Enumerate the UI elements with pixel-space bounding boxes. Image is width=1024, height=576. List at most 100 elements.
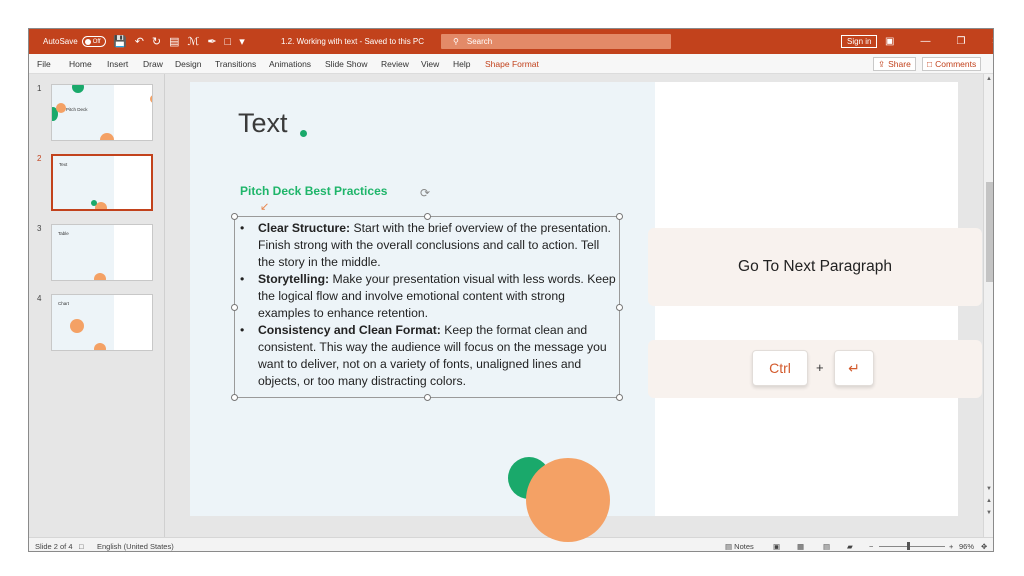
title-accent-dot bbox=[300, 130, 307, 137]
notes-label: Notes bbox=[734, 542, 754, 551]
comments-label: Comments bbox=[935, 59, 977, 69]
accessibility-icon[interactable]: □ bbox=[79, 542, 84, 551]
scrollbar-thumb[interactable] bbox=[986, 182, 993, 282]
resize-handle[interactable] bbox=[424, 213, 431, 220]
thumb-number: 1 bbox=[37, 84, 42, 93]
share-label: Share bbox=[888, 59, 911, 69]
thumb-number: 2 bbox=[37, 154, 42, 163]
save-icon[interactable]: 💾 bbox=[113, 35, 127, 48]
slide-thumbnail-3[interactable]: Table bbox=[51, 224, 153, 281]
autosave-label: AutoSave bbox=[43, 37, 78, 46]
comments-button[interactable]: □ Comments bbox=[922, 57, 982, 71]
resize-handle[interactable] bbox=[616, 213, 623, 220]
thumb-dot bbox=[100, 133, 114, 140]
text-cursor-arrow: ↙ bbox=[260, 201, 270, 213]
autosave-control[interactable]: AutoSave Off bbox=[43, 29, 106, 54]
slide-thumbnail-2[interactable]: Text bbox=[51, 154, 153, 211]
zoom-level[interactable]: 96% bbox=[959, 542, 974, 551]
tab-shape-format[interactable]: Shape Format bbox=[485, 59, 539, 69]
notes-button[interactable]: ▤ Notes bbox=[725, 542, 754, 551]
undo-icon[interactable]: ↶ bbox=[135, 35, 144, 48]
present-icon[interactable]: ▤ bbox=[169, 35, 179, 48]
minimize-icon[interactable]: — bbox=[920, 36, 930, 47]
share-button[interactable]: ⇪ Share bbox=[873, 57, 916, 71]
redo-icon[interactable]: ↻ bbox=[152, 35, 161, 48]
reading-view-icon[interactable]: ▤ bbox=[823, 542, 830, 551]
close-icon[interactable]: ✕ bbox=[991, 36, 993, 47]
tab-home[interactable]: Home bbox=[69, 59, 92, 69]
slideshow-icon[interactable]: ▰ bbox=[847, 542, 853, 551]
tab-draw[interactable]: Draw bbox=[143, 59, 163, 69]
draw-icon[interactable]: ✒ bbox=[207, 35, 216, 48]
scroll-down-icon[interactable]: ▼ bbox=[986, 486, 992, 492]
customize-qat-icon[interactable]: ▾ bbox=[239, 35, 245, 48]
tab-review[interactable]: Review bbox=[381, 59, 409, 69]
thumb-title: Chart bbox=[58, 301, 70, 306]
resize-handle[interactable] bbox=[231, 394, 238, 401]
slide-subheading[interactable]: Pitch Deck Best Practices bbox=[240, 184, 387, 198]
previous-slide-icon[interactable]: ▲ bbox=[986, 498, 992, 504]
search-placeholder: Search bbox=[466, 37, 493, 46]
zoom-slider-handle[interactable] bbox=[907, 542, 910, 550]
normal-view-icon[interactable]: ▣ bbox=[773, 542, 780, 551]
tab-help[interactable]: Help bbox=[453, 59, 470, 69]
tab-animations[interactable]: Animations bbox=[269, 59, 311, 69]
enter-key: ↵ bbox=[834, 350, 874, 386]
resize-handle[interactable] bbox=[616, 304, 623, 311]
bullet-list[interactable]: Clear Structure: Start with the brief ov… bbox=[236, 220, 616, 390]
tab-file[interactable]: File bbox=[37, 59, 51, 69]
zoom-out-icon[interactable]: − bbox=[869, 542, 873, 551]
zoom-in-icon[interactable]: + bbox=[949, 542, 953, 551]
share-icon: ⇪ bbox=[878, 58, 886, 69]
zoom-slider-track[interactable] bbox=[879, 546, 945, 547]
search-box[interactable]: ⚲ Search bbox=[441, 34, 671, 49]
rotate-handle-icon[interactable]: ⟳ bbox=[420, 186, 430, 200]
bullet-item[interactable]: Storytelling: Make your presentation vis… bbox=[236, 271, 616, 322]
title-bar: AutoSave Off 💾 ↶ ↻ ▤ ℳ ✒ □ ▾ 1.2. Workin… bbox=[29, 29, 993, 54]
shortcut-keys-card: Ctrl + ↵ bbox=[648, 340, 982, 398]
thumb-dot bbox=[56, 103, 66, 113]
next-slide-icon[interactable]: ▼ bbox=[986, 510, 992, 516]
resize-handle[interactable] bbox=[424, 394, 431, 401]
ribbon-tabs: File Home Insert Draw Design Transitions… bbox=[29, 54, 993, 74]
bullet-item[interactable]: Clear Structure: Start with the brief ov… bbox=[236, 220, 616, 271]
restore-icon[interactable]: ❐ bbox=[956, 36, 965, 47]
tab-slide-show[interactable]: Slide Show bbox=[325, 59, 368, 69]
bullet-bold: Consistency and Clean Format: bbox=[258, 323, 441, 337]
slide-sorter-icon[interactable]: ▦ bbox=[797, 542, 804, 551]
ribbon-display-icon[interactable]: ▣ bbox=[885, 36, 894, 47]
document-title[interactable]: 1.2. Working with text - Saved to this P… bbox=[281, 29, 424, 54]
ctrl-key: Ctrl bbox=[752, 350, 808, 386]
toggle-knob bbox=[84, 38, 91, 45]
tab-view[interactable]: View bbox=[421, 59, 439, 69]
slide-title[interactable]: Text bbox=[238, 108, 288, 139]
resize-handle[interactable] bbox=[231, 213, 238, 220]
thumb-title: Pitch Deck bbox=[66, 107, 88, 112]
sign-in-button[interactable]: Sign in bbox=[841, 35, 878, 48]
tab-transitions[interactable]: Transitions bbox=[215, 59, 256, 69]
format-painter-icon[interactable]: ℳ bbox=[188, 35, 200, 48]
slide-thumbnail-4[interactable]: Chart bbox=[51, 294, 153, 351]
tab-design[interactable]: Design bbox=[175, 59, 201, 69]
search-icon: ⚲ bbox=[453, 37, 459, 46]
autosave-toggle[interactable]: Off bbox=[81, 36, 106, 47]
thumb-dot bbox=[94, 343, 106, 350]
thumb-chart-icon bbox=[70, 319, 84, 333]
enter-key-icon: ↵ bbox=[848, 359, 860, 376]
shortcut-caption-card: Go To Next Paragraph bbox=[648, 228, 982, 306]
shape-icon[interactable]: □ bbox=[225, 36, 232, 48]
current-slide[interactable]: Text Pitch Deck Best Practices ⟳ ↙ Clear… bbox=[190, 82, 982, 542]
language-label[interactable]: English (United States) bbox=[97, 542, 174, 551]
decorative-orange-circle bbox=[526, 458, 610, 542]
bullet-item[interactable]: Consistency and Clean Format: Keep the f… bbox=[236, 322, 616, 390]
tab-insert[interactable]: Insert bbox=[107, 59, 128, 69]
window-controls: ▣ — ❐ ✕ bbox=[885, 29, 993, 54]
slide-thumbnail-1[interactable]: Pitch Deck bbox=[51, 84, 153, 141]
thumb-dot bbox=[94, 273, 106, 280]
slide-info: Slide 2 of 4 bbox=[35, 542, 73, 551]
vertical-scrollbar[interactable]: ▲ ▼ ▲ ▼ bbox=[983, 74, 993, 537]
resize-handle[interactable] bbox=[616, 394, 623, 401]
fit-to-window-icon[interactable]: ✥ bbox=[981, 542, 987, 551]
thumb-number: 4 bbox=[37, 294, 42, 303]
scroll-up-icon[interactable]: ▲ bbox=[986, 76, 992, 82]
